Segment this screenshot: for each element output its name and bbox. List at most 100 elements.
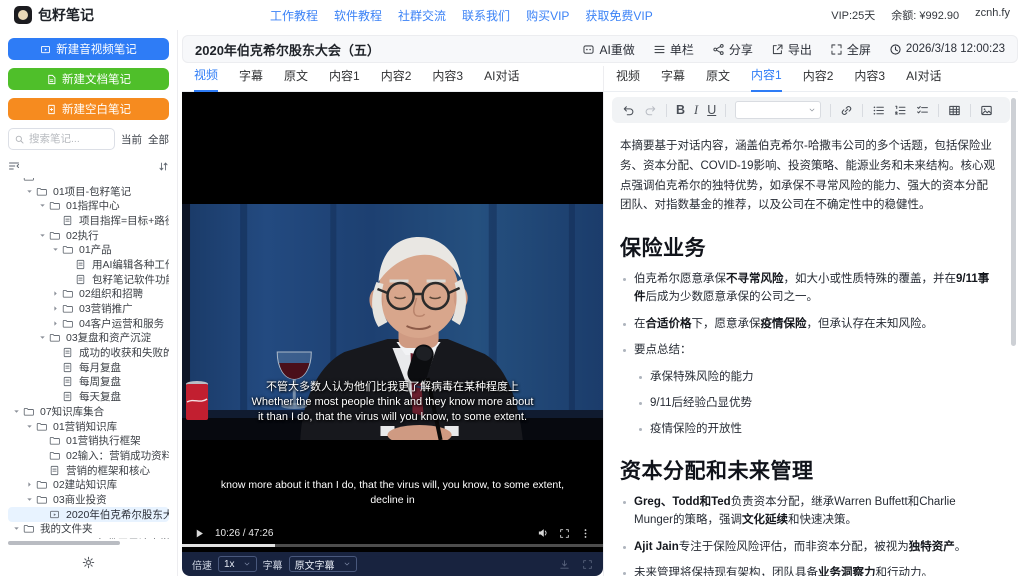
tab-视频[interactable]: 视频 <box>194 66 218 92</box>
underline-button[interactable]: U <box>707 103 716 117</box>
subtitle-mode-select[interactable]: 原文字幕 <box>289 556 357 572</box>
arrow-down-icon[interactable] <box>10 178 23 181</box>
download-icon[interactable] <box>559 559 570 570</box>
tree-item[interactable]: 每周复盘 <box>8 375 169 390</box>
tree-item[interactable]: 成功的收获和失败的教训 <box>8 345 169 360</box>
arrow-down-icon[interactable] <box>23 422 36 431</box>
arrow-down-icon[interactable] <box>23 187 36 196</box>
tree-item[interactable] <box>8 178 169 184</box>
tree-item[interactable]: 项目指挥=目标+路径+结果 <box>8 213 169 228</box>
check-list-icon[interactable] <box>916 104 929 117</box>
volume-icon[interactable] <box>537 527 549 539</box>
expand-icon[interactable] <box>582 559 593 570</box>
horizontal-scrollbar[interactable] <box>8 541 169 545</box>
tree-item[interactable]: 我的文件夹 <box>8 522 169 537</box>
AI重做-button[interactable]: AI重做 <box>582 41 634 58</box>
progress-bar[interactable] <box>182 544 603 547</box>
tree-item[interactable]: 02执行 <box>8 228 169 243</box>
tab-字幕[interactable]: 字幕 <box>239 67 263 91</box>
italic-button[interactable]: I <box>694 103 698 118</box>
nav-link-3[interactable]: 社群交流 <box>398 7 446 24</box>
tab-原文[interactable]: 原文 <box>706 67 730 91</box>
settings-gear-icon[interactable] <box>82 556 95 569</box>
video-screen[interactable]: 不管大多数人认为他们比我更了解病毒在某种程度上 Whether the most… <box>182 92 603 552</box>
tree-item[interactable]: 每天复盘 <box>8 389 169 404</box>
单栏-button[interactable]: 单栏 <box>653 41 694 58</box>
tab-AI对话[interactable]: AI对话 <box>906 67 941 91</box>
speed-select[interactable]: 1x <box>218 556 257 572</box>
arrow-down-icon[interactable] <box>36 201 49 210</box>
arrow-down-icon[interactable] <box>36 231 49 240</box>
tree-item[interactable]: 04客户运营和服务 <box>8 316 169 331</box>
全屏-button[interactable]: 全屏 <box>830 41 871 58</box>
tree-item[interactable]: 02组织和招聘 <box>8 287 169 302</box>
tab-视频[interactable]: 视频 <box>616 67 640 91</box>
tab-内容1[interactable]: 内容1 <box>329 67 360 91</box>
tree-item[interactable]: 营销的框架和核心 <box>8 463 169 478</box>
tab-原文[interactable]: 原文 <box>284 67 308 91</box>
nav-link-5[interactable]: 购买VIP <box>526 7 569 24</box>
tab-内容2[interactable]: 内容2 <box>803 67 834 91</box>
nav-link-1[interactable]: 工作教程 <box>270 7 318 24</box>
link-icon[interactable] <box>840 104 853 117</box>
note-content[interactable]: 本摘要基于对话内容，涵盖伯克希尔-哈撒韦公司的多个话题，包括保险业务、资本分配、… <box>604 128 1018 576</box>
tree-item[interactable]: 03复盘和资产沉淀 <box>8 331 169 346</box>
arrow-down-icon[interactable] <box>36 333 49 342</box>
ordered-list-icon[interactable] <box>894 104 907 117</box>
scope-current-button[interactable]: 当前 <box>121 132 142 147</box>
heading-select[interactable] <box>735 101 821 119</box>
tree-item[interactable]: 03营销推广 <box>8 301 169 316</box>
tab-AI对话[interactable]: AI对话 <box>484 67 519 91</box>
username[interactable]: zcnh.fy <box>975 7 1010 23</box>
bullet-list-icon[interactable] <box>872 104 885 117</box>
new-av-note-button[interactable]: 新建音视频笔记 <box>8 38 169 60</box>
导出-button[interactable]: 导出 <box>771 41 812 58</box>
tab-字幕[interactable]: 字幕 <box>661 67 685 91</box>
tree-item[interactable]: 02输入：营销成功资料 <box>8 448 169 463</box>
arrow-right-icon[interactable] <box>23 480 36 489</box>
play-button[interactable] <box>194 528 205 539</box>
arrow-right-icon[interactable] <box>49 289 62 298</box>
tree-item[interactable]: 03商业投资 <box>8 492 169 507</box>
new-blank-note-button[interactable]: 新建空白笔记 <box>8 98 169 120</box>
tab-内容1[interactable]: 内容1 <box>751 66 782 92</box>
arrow-down-icon[interactable] <box>49 245 62 254</box>
fullscreen-video-icon[interactable] <box>559 528 570 539</box>
tree-item[interactable]: 02建站知识库 <box>8 477 169 492</box>
tab-内容3[interactable]: 内容3 <box>432 67 463 91</box>
nav-link-6[interactable]: 获取免费VIP <box>585 7 652 24</box>
redo-icon[interactable] <box>644 104 657 117</box>
tab-内容3[interactable]: 内容3 <box>854 67 885 91</box>
tree-item[interactable]: 01营销知识库 <box>8 419 169 434</box>
nav-link-2[interactable]: 软件教程 <box>334 7 382 24</box>
tree-item[interactable]: 2020年伯克希尔股东大会（五） <box>8 507 169 522</box>
sort-icon[interactable] <box>158 161 169 172</box>
new-doc-note-button[interactable]: 新建文档笔记 <box>8 68 169 90</box>
table-icon[interactable] <box>948 104 961 117</box>
tree-item[interactable]: 包籽笔记软件功能详情 <box>8 272 169 287</box>
tree-item[interactable]: 07知识库集合 <box>8 404 169 419</box>
search-input[interactable] <box>29 133 99 145</box>
tree-item[interactable]: 01营销执行框架 <box>8 433 169 448</box>
tree-item[interactable]: 01项目-包籽笔记 <box>8 184 169 199</box>
bold-button[interactable]: B <box>676 103 685 117</box>
arrow-right-icon[interactable] <box>49 304 62 313</box>
arrow-right-icon[interactable] <box>49 319 62 328</box>
arrow-down-icon[interactable] <box>10 407 23 416</box>
tree-item[interactable]: 用AI编辑各种工作资料更省时 <box>8 257 169 272</box>
tree-item[interactable]: 01产品 <box>8 242 169 257</box>
tree-item[interactable]: 01指挥中心 <box>8 198 169 213</box>
arrow-down-icon[interactable] <box>23 495 36 504</box>
tree-item[interactable]: 每月复盘 <box>8 360 169 375</box>
nav-link-4[interactable]: 联系我们 <box>462 7 510 24</box>
more-options-icon[interactable] <box>580 528 591 539</box>
tab-内容2[interactable]: 内容2 <box>381 67 412 91</box>
arrow-down-icon[interactable] <box>10 524 23 533</box>
search-box[interactable] <box>8 128 115 150</box>
image-icon[interactable] <box>980 104 993 117</box>
scope-all-button[interactable]: 全部 <box>148 132 169 147</box>
分享-button[interactable]: 分享 <box>712 41 753 58</box>
tree-item[interactable]: 6. 2.1998年佛罗里达大学演讲 <box>8 536 169 539</box>
collapse-tree-icon[interactable] <box>8 160 20 172</box>
undo-icon[interactable] <box>622 104 635 117</box>
